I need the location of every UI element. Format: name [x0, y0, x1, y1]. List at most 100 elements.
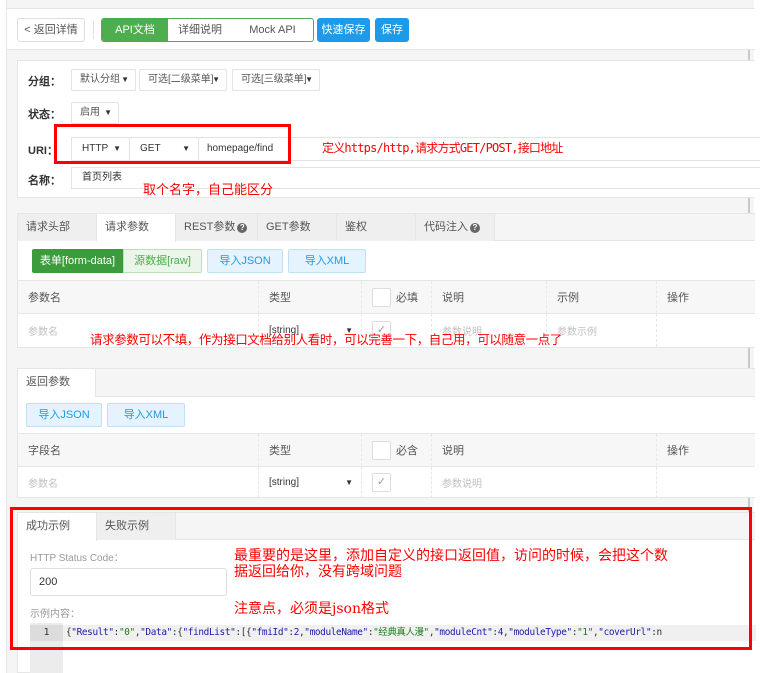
required-all-checkbox[interactable] [372, 440, 391, 460]
code-token: "0" [118, 627, 135, 638]
back-to-details-button[interactable]: < 返回详情 [17, 18, 85, 42]
column-header: 说明 [432, 281, 547, 313]
caret-down-icon: ▼ [182, 144, 190, 153]
tab-rest-params[interactable]: REST参数? [176, 214, 258, 241]
tab-mock-api[interactable]: Mock API [232, 19, 313, 41]
field-actions-cell [657, 467, 755, 498]
status-label: 状态： [28, 109, 61, 121]
caret-down-icon: ▼ [121, 75, 129, 84]
table-row: 参数名 [string] ▼ ✓ 参数说明 [18, 466, 755, 498]
code-token: :n [651, 627, 662, 638]
annotation-json-note: 注意点，必须是json格式 [234, 601, 389, 617]
column-header: 参数名 [18, 281, 259, 313]
raw-data-button[interactable]: 源数据[raw] [123, 249, 202, 273]
tab-api-doc[interactable]: API文档 [102, 19, 168, 41]
example-tabbar: 成功示例 失败示例 [18, 513, 755, 541]
code-token: "fmiId" [251, 627, 289, 638]
tab-failure-example[interactable]: 失败示例 [97, 513, 176, 540]
annotation-example-note: 最重要的是这里，添加自定义的接口返回值，访问的时候，会把这个数 据返回给你，没有跨… [234, 548, 668, 580]
method-value: GET [140, 143, 161, 154]
response-tabbar: 返回参数 [18, 369, 755, 397]
code-token: "moduleCnt" [434, 627, 493, 638]
tab-response-params[interactable]: 返回参数 [18, 369, 96, 397]
status-select[interactable]: 启用 ▼ [71, 102, 119, 124]
help-icon[interactable]: ? [470, 223, 480, 233]
tab-get-params[interactable]: GET参数 [258, 214, 337, 241]
group-select-value: 可选[二级菜单] [148, 74, 214, 85]
basic-info-form: 分组： 默认分组 ▼ 可选[二级菜单] ▼ 可选[三级菜单] ▼ 状态： 启用 ▼ UR… [17, 60, 760, 198]
example-content-label: 示例内容： [30, 609, 80, 620]
annotation-example-line1: 最重要的是这里，添加自定义的接口返回值，访问的时候，会把这个数 [234, 548, 668, 564]
tab-success-example[interactable]: 成功示例 [18, 513, 97, 541]
code-token: "moduleName" [304, 627, 368, 638]
tab-label: 鉴权 [345, 221, 367, 233]
status-code-label: HTTP Status Code： [30, 553, 124, 564]
param-actions-cell [657, 314, 755, 347]
code-token: "moduleType" [508, 627, 572, 638]
group-select-level1[interactable]: 默认分组 ▼ [71, 69, 136, 91]
field-desc-input[interactable]: 参数说明 [432, 467, 657, 498]
tab-details[interactable]: 详细说明 [168, 19, 232, 41]
json-code-editor[interactable]: 1 {"Result":"0","Data":{"findList":[{"fm… [30, 623, 756, 673]
toolbar-divider [93, 21, 94, 39]
status-select-value: 启用 [80, 107, 100, 118]
column-header: 必填 [362, 281, 432, 313]
tab-request-headers[interactable]: 请求头部 [18, 214, 97, 241]
group-select-level2[interactable]: 可选[二级菜单] ▼ [139, 69, 227, 91]
response-table-header: 字段名 类型 必含 说明 操作 [18, 433, 755, 466]
group-label: 分组： [28, 76, 61, 88]
quick-save-button[interactable]: 快速保存 [317, 18, 370, 42]
help-icon[interactable]: ? [237, 223, 248, 233]
method-select[interactable]: GET ▼ [130, 138, 199, 160]
code-token: "findList" [182, 627, 236, 638]
field-type-select[interactable]: [string] ▼ [259, 467, 362, 498]
save-button[interactable]: 保存 [375, 18, 409, 42]
group-select-value: 可选[三级菜单] [241, 74, 307, 85]
field-name-input[interactable]: 参数名 [18, 467, 259, 498]
tab-label: GET参数 [266, 221, 311, 233]
tab-code-injection[interactable]: 代码注入? [416, 214, 495, 241]
field-required-checkbox[interactable]: ✓ [372, 473, 391, 492]
protocol-value: HTTP [82, 143, 109, 154]
code-token: :{ [171, 627, 183, 638]
uri-label: URI： [28, 145, 58, 157]
import-xml-button[interactable]: 导入XML [107, 403, 185, 427]
annotation-example-line2: 据返回给你，没有跨域问题 [234, 564, 402, 580]
code-token: "1" [577, 627, 593, 638]
view-mode-tabs: API文档 详细说明 Mock API [101, 18, 314, 42]
name-label: 名称： [28, 175, 61, 187]
annotation-name-note: 取个名字，自己能区分 [143, 182, 274, 197]
tab-label: 请求头部 [26, 221, 70, 233]
caret-down-icon: ▼ [345, 478, 353, 487]
required-all-checkbox[interactable] [372, 287, 391, 307]
import-json-button[interactable]: 导入JSON [207, 249, 283, 273]
code-line[interactable]: {"Result":"0","Data":{"findList":[{"fmiI… [63, 625, 756, 641]
caret-down-icon: ▼ [305, 75, 313, 84]
protocol-select[interactable]: HTTP ▼ [72, 138, 130, 160]
annotation-params-note: 请求参数可以不填，作为接口文档给别人看时，可以完善一下，自己用，可以随意一点了 [90, 333, 562, 347]
tab-label: 成功示例 [26, 520, 70, 532]
request-tabbar: 请求头部 请求参数 REST参数? GET参数 鉴权 代码注入? [18, 214, 755, 242]
tab-label: 失败示例 [105, 520, 149, 532]
param-example-input[interactable]: 参数示例 [547, 314, 657, 347]
column-header: 类型 [259, 434, 362, 466]
tab-label: 返回参数 [26, 376, 70, 388]
status-code-input[interactable]: 200 [30, 568, 227, 596]
tab-request-params[interactable]: 请求参数 [97, 214, 176, 242]
form-data-button[interactable]: 表单[form-data] [32, 249, 123, 273]
column-header: 说明 [432, 434, 657, 466]
code-token: "Result" [71, 627, 114, 638]
column-header: 操作 [667, 292, 689, 304]
column-header: 必含 [362, 434, 432, 466]
group-select-level3[interactable]: 可选[三级菜单] ▼ [232, 69, 320, 91]
field-required-cell: ✓ [362, 467, 432, 498]
annotation-uri-note: 定义https/http,请求方式GET/POST,接口地址 [322, 141, 563, 155]
tab-label: REST参数 [184, 221, 236, 233]
import-xml-button[interactable]: 导入XML [288, 249, 366, 273]
line-number: 1 [30, 625, 63, 641]
caret-down-icon: ▼ [113, 144, 121, 153]
import-json-button[interactable]: 导入JSON [26, 403, 102, 427]
tab-auth[interactable]: 鉴权 [337, 214, 416, 241]
code-token: "coverUrl" [598, 627, 652, 638]
column-header: 字段名 [18, 434, 259, 466]
